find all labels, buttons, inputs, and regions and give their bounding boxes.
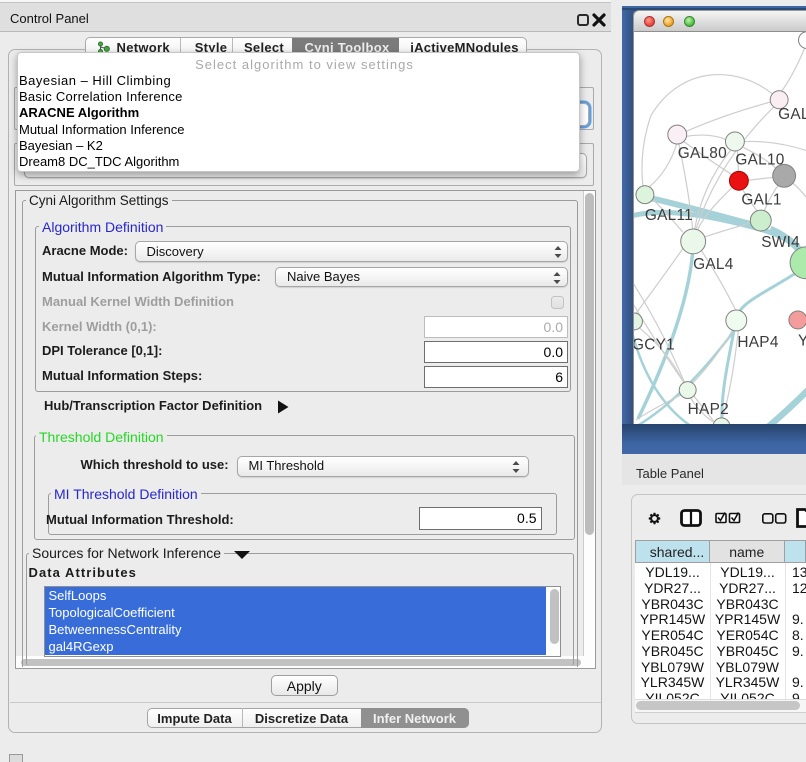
svg-text:GAL4: GAL4 [693, 256, 734, 273]
svg-text:HAP4: HAP4 [737, 334, 778, 351]
svg-text:GAL80: GAL80 [678, 145, 727, 162]
svg-text:GAL1: GAL1 [741, 192, 781, 209]
svg-text:GAL11: GAL11 [645, 207, 693, 224]
svg-text:SWI4: SWI4 [761, 234, 800, 251]
svg-text:GAL: GAL [778, 106, 806, 123]
svg-text:HAP2: HAP2 [688, 401, 729, 418]
svg-text:GAL10: GAL10 [735, 151, 784, 168]
svg-text:GCY1: GCY1 [633, 336, 675, 353]
svg-text:Y: Y [798, 332, 806, 349]
